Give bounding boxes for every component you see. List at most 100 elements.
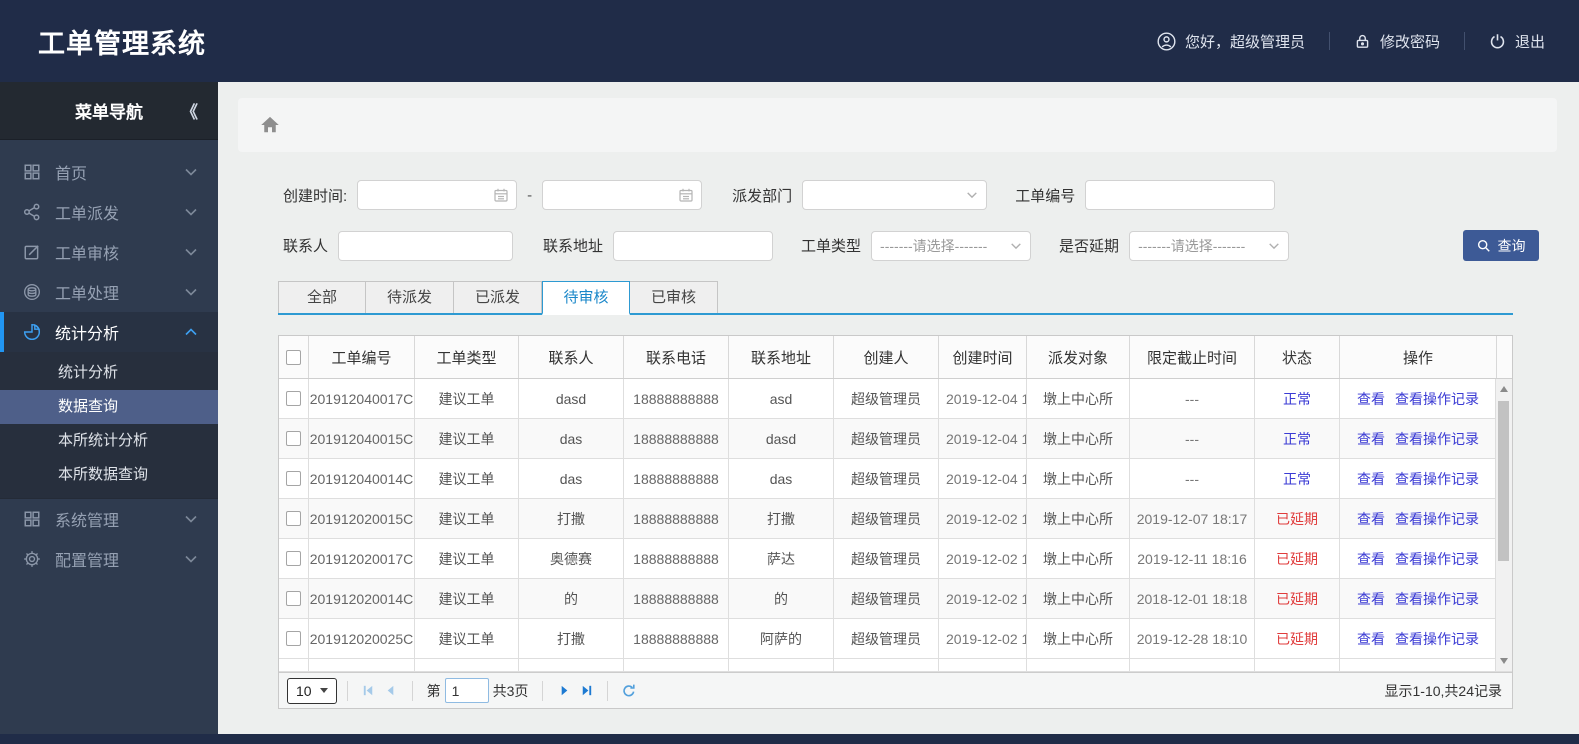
- last-page-button[interactable]: [575, 680, 597, 702]
- view-link[interactable]: 查看: [1357, 509, 1385, 529]
- contact-input[interactable]: [339, 231, 513, 260]
- cell-contact: 打撒: [519, 499, 624, 538]
- sidebar-item-5[interactable]: 系统管理: [0, 499, 218, 539]
- top-header: 工单管理系统 您好，超级管理员 修改密码 退出: [0, 0, 1579, 82]
- search-button[interactable]: 查询: [1463, 230, 1539, 261]
- cell-order_no: 201912040015C: [309, 419, 415, 458]
- view-link[interactable]: 查看: [1357, 629, 1385, 649]
- scroll-down-icon[interactable]: [1500, 658, 1508, 664]
- select-all-checkbox[interactable]: [286, 349, 301, 365]
- logout-button[interactable]: 退出: [1489, 31, 1545, 52]
- next-page-button[interactable]: [553, 680, 575, 702]
- view-link[interactable]: 查看: [1357, 469, 1385, 489]
- view-log-link[interactable]: 查看操作记录: [1395, 509, 1479, 529]
- cell-contact: das: [519, 459, 624, 498]
- view-log-link[interactable]: 查看操作记录: [1395, 389, 1479, 409]
- cell-order_no: 201912020025C: [309, 619, 415, 658]
- cell-phone: 18888888888: [624, 379, 729, 418]
- calendar-icon[interactable]: [493, 187, 509, 203]
- row-checkbox[interactable]: [286, 551, 301, 566]
- sidebar-subitem-4-2[interactable]: 本所统计分析: [0, 424, 218, 458]
- sidebar-menu: 首页 工单派发 工单审核 工单处理 统计分析 统计分析 数据查询 本所统计分析 本所数据查询 系统…: [0, 140, 218, 579]
- order-no-input[interactable]: [1086, 181, 1275, 209]
- sidebar-item-3[interactable]: 工单处理: [0, 272, 218, 312]
- sidebar-subitem-4-1[interactable]: 数据查询: [0, 390, 218, 424]
- tab-3[interactable]: 待审核: [542, 281, 630, 315]
- tab-0[interactable]: 全部: [278, 281, 366, 313]
- prev-page-button[interactable]: [380, 680, 402, 702]
- sidebar-item-2[interactable]: 工单审核: [0, 232, 218, 272]
- row-checkbox[interactable]: [286, 431, 301, 446]
- calendar-icon[interactable]: [678, 187, 694, 203]
- view-log-link[interactable]: 查看操作记录: [1395, 469, 1479, 489]
- user-greeting[interactable]: 您好，超级管理员: [1157, 31, 1305, 52]
- breadcrumb: [238, 98, 1557, 152]
- divider: [1328, 32, 1330, 50]
- scrollbar-thumb[interactable]: [1498, 401, 1509, 561]
- view-link[interactable]: 查看: [1357, 589, 1385, 609]
- cell-target: 墩上中心所: [1027, 539, 1130, 578]
- column-header-7: 派发对象: [1027, 336, 1130, 378]
- sidebar-item-6[interactable]: 配置管理: [0, 539, 218, 579]
- view-log-link[interactable]: 查看操作记录: [1395, 429, 1479, 449]
- cell-creator: 超级管理员: [834, 419, 939, 458]
- view-log-link[interactable]: 查看操作记录: [1395, 549, 1479, 569]
- view-link[interactable]: 查看: [1357, 429, 1385, 449]
- cell-type: 建议工单: [415, 579, 519, 618]
- search-icon: [1477, 239, 1491, 253]
- cell-status: 正常: [1255, 379, 1340, 418]
- cell-phone: 18888888888: [624, 419, 729, 458]
- change-password-button[interactable]: 修改密码: [1354, 31, 1440, 52]
- row-checkbox[interactable]: [286, 591, 301, 606]
- column-header-8: 限定截止时间: [1130, 336, 1255, 378]
- row-checkbox[interactable]: [286, 391, 301, 406]
- chevron-down-icon: [1010, 240, 1022, 252]
- order-type-select[interactable]: -------请选择-------: [871, 230, 1032, 261]
- page-size-select[interactable]: 10: [287, 677, 337, 704]
- sidebar-subitem-4-3[interactable]: 本所数据查询: [0, 458, 218, 492]
- collapse-sidebar-icon[interactable]: 《: [181, 98, 198, 123]
- scroll-up-icon[interactable]: [1500, 386, 1508, 392]
- home-icon[interactable]: [260, 115, 280, 135]
- cell-actions: 查看 查看操作记录: [1340, 379, 1497, 418]
- dispatch-dept-select[interactable]: [802, 180, 988, 210]
- cell-address: 阿萨的: [729, 619, 834, 658]
- view-link[interactable]: 查看: [1357, 389, 1385, 409]
- cell-created: 2019-12-02 17: [939, 539, 1027, 578]
- filter-row-1: 创建时间: - 派发部门 工单编号: [283, 180, 1557, 210]
- page-number-input[interactable]: [444, 678, 489, 703]
- tab-4[interactable]: 已审核: [630, 281, 718, 313]
- status-badge: 正常: [1283, 390, 1311, 407]
- cell-deadline: 2018-12-01 18:18: [1130, 579, 1255, 618]
- view-log-link[interactable]: 查看操作记录: [1395, 589, 1479, 609]
- delayed-select[interactable]: -------请选择-------: [1129, 230, 1290, 261]
- table-row-3: 201912020015C 建议工单 打撒 18888888888 打撒 超级管理员 201…: [279, 499, 1512, 539]
- first-page-button[interactable]: [358, 680, 380, 702]
- view-log-link[interactable]: 查看操作记录: [1395, 629, 1479, 649]
- greeting-label: 您好，超级管理员: [1184, 33, 1305, 51]
- contact-field: [338, 230, 514, 261]
- view-link[interactable]: 查看: [1357, 549, 1385, 569]
- cell-creator: 超级管理员: [834, 379, 939, 418]
- sidebar-item-4[interactable]: 统计分析: [0, 312, 218, 352]
- row-checkbox[interactable]: [286, 471, 301, 486]
- refresh-icon[interactable]: [618, 680, 640, 702]
- vertical-scrollbar[interactable]: [1495, 379, 1512, 671]
- cell-contact: das: [519, 419, 624, 458]
- order-type-label: 工单类型: [801, 238, 862, 255]
- tab-1[interactable]: 待派发: [366, 281, 454, 313]
- sidebar-item-1[interactable]: 工单派发: [0, 192, 218, 232]
- record-summary: 显示1-10,共24记录: [1384, 682, 1502, 699]
- tab-2[interactable]: 已派发: [454, 281, 542, 313]
- tab-bar: 全部 待派发 已派发 待审核 已审核: [278, 281, 1513, 315]
- sidebar-subitem-4-0[interactable]: 统计分析: [0, 356, 218, 390]
- cell-address: das: [729, 459, 834, 498]
- row-checkbox[interactable]: [286, 631, 301, 646]
- cell-actions: 查看 查看操作记录: [1340, 539, 1497, 578]
- row-checkbox-cell: [279, 539, 309, 578]
- order-type-value: -------请选择-------: [880, 237, 988, 254]
- row-checkbox[interactable]: [286, 511, 301, 526]
- address-input[interactable]: [614, 231, 773, 260]
- sidebar-item-0[interactable]: 首页: [0, 152, 218, 192]
- cell-status: 已延期: [1255, 539, 1340, 578]
